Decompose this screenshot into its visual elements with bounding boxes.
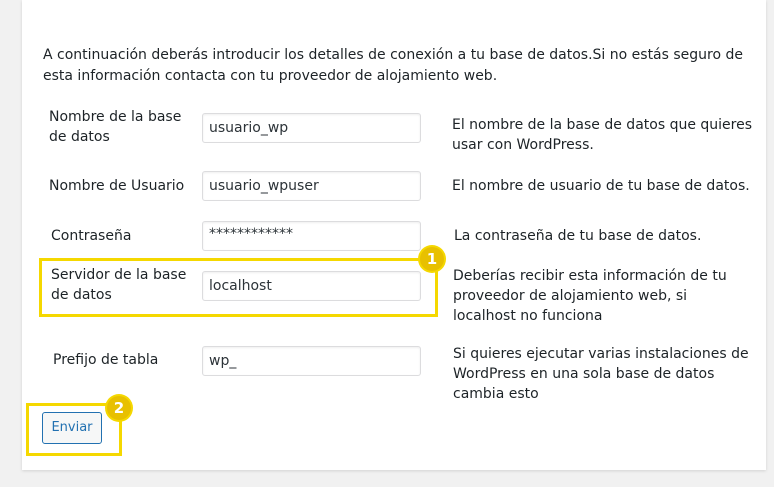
table-prefix-help-line1: Si quieres ejecutar varias instalaciones…: [453, 346, 749, 362]
table-prefix-help-line2: WordPress en una sola base de datos: [453, 366, 715, 382]
intro-text: A continuación deberás introducir los de…: [43, 47, 744, 84]
db-name-label-line2: de datos: [49, 129, 110, 145]
db-user-input[interactable]: usuario_wpuser: [202, 171, 421, 201]
db-user-help: El nombre de usuario de tu base de datos…: [452, 178, 750, 194]
db-host-label-line1: Servidor de la base: [51, 267, 187, 283]
table-prefix-help: Si quieres ejecutar varias instalaciones…: [453, 344, 749, 404]
db-user-label: Nombre de Usuario: [49, 178, 185, 194]
table-prefix-input[interactable]: wp_: [202, 346, 421, 376]
db-name-help: El nombre de la base de datos que quiere…: [452, 115, 752, 155]
db-host-input[interactable]: localhost: [202, 271, 421, 301]
badge-2: 2: [107, 396, 131, 420]
db-name-input[interactable]: usuario_wp: [202, 113, 421, 143]
db-host-help: Deberías recibir esta información de tu …: [453, 266, 727, 326]
db-password-help: La contraseña de tu base de datos.: [454, 228, 702, 244]
db-name-help-line1: El nombre de la base de datos que quiere…: [452, 117, 753, 133]
db-host-label: Servidor de la base de datos: [51, 265, 186, 305]
db-host-label-line2: de datos: [51, 287, 112, 303]
db-host-help-line1: Deberías recibir esta información de tu: [453, 268, 727, 284]
badge-1: 1: [420, 247, 444, 271]
db-password-input[interactable]: ************: [202, 221, 421, 251]
db-name-label-line1: Nombre de la base: [49, 109, 182, 125]
db-host-help-line2: proveedor de alojamiento web, si: [453, 288, 688, 304]
table-prefix-help-line3: cambia esto: [453, 386, 539, 402]
db-password-label: Contraseña: [51, 228, 132, 244]
table-prefix-label: Prefijo de tabla: [53, 352, 159, 368]
db-host-help-line3: localhost no funciona: [453, 308, 603, 324]
db-name-label: Nombre de la base de datos: [49, 107, 181, 147]
db-name-help-line2: usar con WordPress.: [452, 137, 594, 153]
submit-button[interactable]: Enviar: [42, 412, 102, 444]
